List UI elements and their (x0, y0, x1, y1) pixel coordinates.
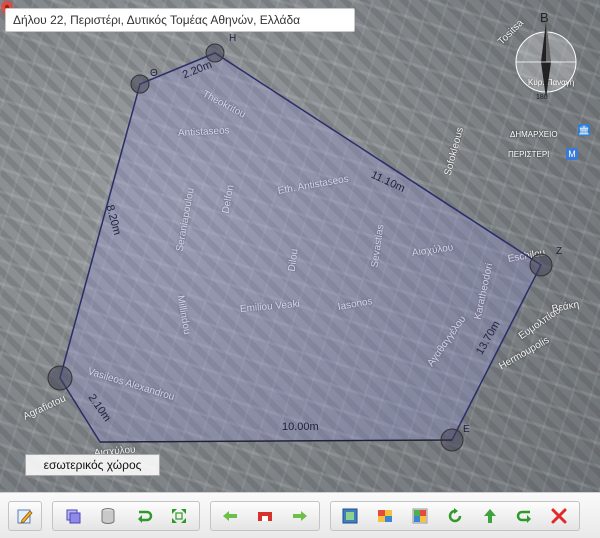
compass-north-label: B (540, 10, 549, 25)
arrow-up-icon (483, 509, 496, 523)
toolbar-group-edit (8, 501, 42, 531)
database-button[interactable] (96, 504, 120, 528)
map-view-button[interactable] (338, 504, 362, 528)
vertex-label: E (463, 424, 470, 435)
arrow-left-icon (223, 511, 238, 521)
vertex-handle[interactable] (529, 253, 553, 277)
undo-button[interactable] (132, 504, 156, 528)
back-button[interactable] (218, 504, 242, 528)
pencil-icon (17, 509, 33, 524)
close-icon (551, 508, 567, 524)
redo-button[interactable] (513, 504, 537, 528)
marker-icon (378, 510, 393, 522)
toolbar-group-nav (210, 501, 320, 531)
toolbar-group-view (330, 501, 580, 531)
compass[interactable]: B 180 (514, 8, 582, 100)
vertex-label: H (229, 33, 237, 44)
edit-button[interactable] (13, 504, 37, 528)
redo-arrow-icon (516, 510, 531, 523)
map-icon (342, 508, 358, 524)
refresh-button[interactable] (443, 504, 467, 528)
upload-button[interactable] (478, 504, 502, 528)
maps-icon (412, 508, 428, 524)
forward-button[interactable] (288, 504, 312, 528)
address-field[interactable]: Δήλου 22, Περιστέρι, Δυτικός Τομέας Αθην… (5, 8, 355, 32)
vertex-label: Θ (150, 68, 158, 79)
shape-button[interactable] (253, 504, 277, 528)
expand-icon (172, 509, 187, 523)
delete-button[interactable] (547, 504, 571, 528)
toolbar-group-tools (52, 501, 200, 531)
vertex-handle[interactable] (130, 74, 150, 94)
refresh-icon (448, 508, 462, 523)
room-polygon[interactable] (59, 52, 542, 443)
satellite-map[interactable]: Theokritou Antistaseos Eth. Antistaseos … (0, 0, 600, 492)
dimension-label: 10.00m (282, 421, 319, 433)
rectangle-icon (257, 512, 272, 521)
arrow-right-icon (292, 511, 307, 521)
compass-rose-icon: B 180 (515, 10, 577, 100)
area-label[interactable]: εσωτερικός χώρος (25, 454, 160, 476)
vertex-handle[interactable] (47, 365, 73, 391)
bottom-toolbar (0, 492, 600, 538)
polygon-overlay[interactable] (0, 0, 600, 492)
layers-icon (66, 509, 81, 524)
undo-arrow-icon (137, 510, 152, 523)
marker-button[interactable] (373, 504, 397, 528)
cylinder-icon (101, 508, 115, 524)
fullscreen-button[interactable] (167, 504, 191, 528)
google-maps-button[interactable] (408, 504, 432, 528)
vertex-label: Z (556, 246, 563, 257)
compass-angle-label: 180 (536, 94, 548, 100)
layers-button[interactable] (61, 504, 85, 528)
